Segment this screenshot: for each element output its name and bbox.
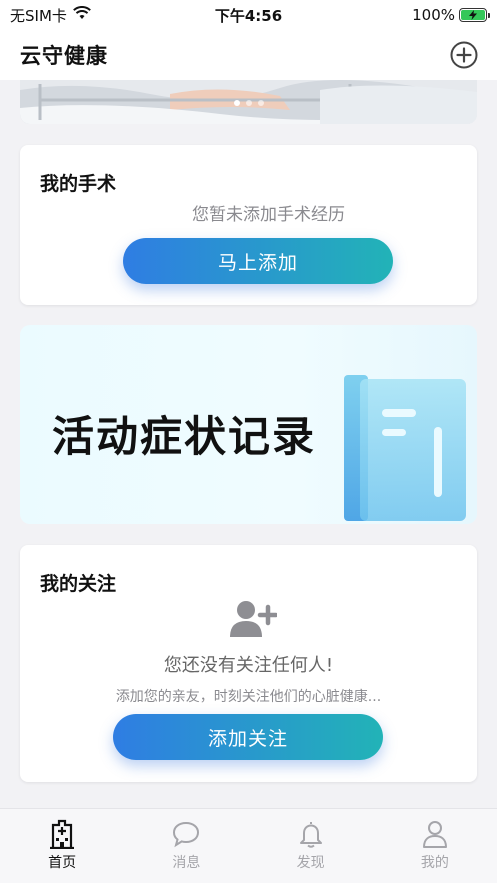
- tab-discover[interactable]: 发现: [249, 809, 373, 883]
- bell-icon: [299, 822, 322, 848]
- tab-discover-label: 发现: [296, 855, 325, 871]
- my-follows-title: 我的关注: [40, 573, 117, 595]
- person-icon: [422, 821, 447, 848]
- status-left: 无SIM卡: [10, 5, 91, 26]
- notebook-icon: [344, 375, 466, 521]
- battery-percent: 100%: [412, 6, 455, 24]
- carousel-dot[interactable]: [245, 100, 252, 106]
- tab-messages[interactable]: 消息: [124, 809, 248, 883]
- plus-circle-icon: [450, 41, 478, 69]
- status-bar: 无SIM卡 下午4:56 100%: [0, 0, 497, 30]
- tab-mine-label: 我的: [420, 855, 449, 871]
- battery-icon: [459, 8, 490, 22]
- tab-mine[interactable]: 我的: [373, 809, 497, 883]
- add-button[interactable]: [449, 40, 479, 70]
- carousel-indicator: [20, 100, 477, 106]
- follows-hint-text: 添加您的亲友，时刻关注他们的心脏健康...: [115, 689, 382, 705]
- tab-home-label: 首页: [48, 855, 77, 871]
- tab-messages-label: 消息: [172, 855, 201, 871]
- my-follows-card: 我的关注 您还没有关注任何人! 添加您的亲友，时刻关注他们的心脏健康... 添加…: [20, 545, 477, 782]
- symptom-record-title: 活动症状记录: [52, 412, 317, 461]
- tab-home[interactable]: 首页: [0, 809, 124, 883]
- wifi-icon: [73, 6, 91, 24]
- follows-empty-text: 您还没有关注任何人!: [163, 655, 334, 676]
- carousel-dot[interactable]: [233, 100, 240, 106]
- chat-bubble-icon: [173, 821, 200, 848]
- add-follow-button[interactable]: 添加关注: [113, 714, 383, 760]
- add-person-icon: [230, 601, 277, 637]
- nav-bar: 云守健康: [0, 30, 497, 80]
- my-surgery-card: 我的手术 您暂未添加手术经历 马上添加: [20, 145, 477, 305]
- status-right: 100%: [412, 6, 490, 24]
- add-surgery-button[interactable]: 马上添加: [123, 238, 393, 284]
- app-title: 云守健康: [20, 44, 108, 68]
- carousel-dot[interactable]: [257, 100, 264, 106]
- symptom-record-banner[interactable]: 活动症状记录: [20, 325, 477, 524]
- tab-bar: 首页 消息 发现 我的: [0, 808, 497, 883]
- my-surgery-title: 我的手术: [40, 173, 117, 195]
- carrier-label: 无SIM卡: [10, 6, 67, 25]
- charging-bolt-icon: [469, 10, 477, 20]
- banner-carousel[interactable]: [20, 80, 477, 124]
- hospital-icon: [50, 819, 75, 849]
- surgery-empty-text: 您暂未添加手术经历: [192, 205, 345, 225]
